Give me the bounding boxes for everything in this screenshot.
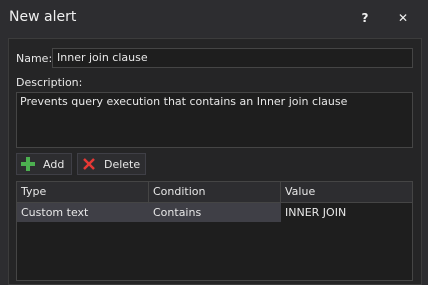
title-bar: New alert ? ✕ bbox=[0, 0, 428, 36]
description-label: Description: bbox=[16, 76, 83, 89]
description-input[interactable]: Prevents query execution that contains a… bbox=[16, 92, 413, 148]
delete-x-icon bbox=[83, 158, 95, 170]
add-button[interactable]: Add bbox=[16, 153, 72, 175]
close-button[interactable]: ✕ bbox=[391, 8, 415, 28]
plus-icon bbox=[21, 157, 35, 171]
new-alert-dialog: New alert ? ✕ Name: Inner join clause De… bbox=[0, 0, 428, 285]
delete-button-label: Delete bbox=[104, 158, 141, 171]
table-row[interactable]: Custom text Contains INNER JOIN bbox=[17, 203, 412, 222]
cell-condition[interactable]: Contains bbox=[149, 203, 281, 222]
name-input[interactable]: Inner join clause bbox=[52, 48, 413, 68]
delete-button[interactable]: Delete bbox=[77, 153, 146, 175]
name-label: Name: bbox=[16, 52, 53, 65]
column-header-value[interactable]: Value bbox=[281, 182, 412, 202]
column-header-type[interactable]: Type bbox=[17, 182, 149, 202]
help-button[interactable]: ? bbox=[353, 8, 377, 28]
cell-type[interactable]: Custom text bbox=[17, 203, 149, 222]
grid-header: Type Condition Value bbox=[17, 182, 412, 203]
cell-value[interactable]: INNER JOIN bbox=[281, 203, 412, 222]
conditions-grid: Type Condition Value Custom text Contain… bbox=[16, 181, 413, 281]
add-button-label: Add bbox=[43, 158, 65, 171]
column-header-condition[interactable]: Condition bbox=[149, 182, 281, 202]
dialog-title: New alert bbox=[9, 9, 77, 25]
